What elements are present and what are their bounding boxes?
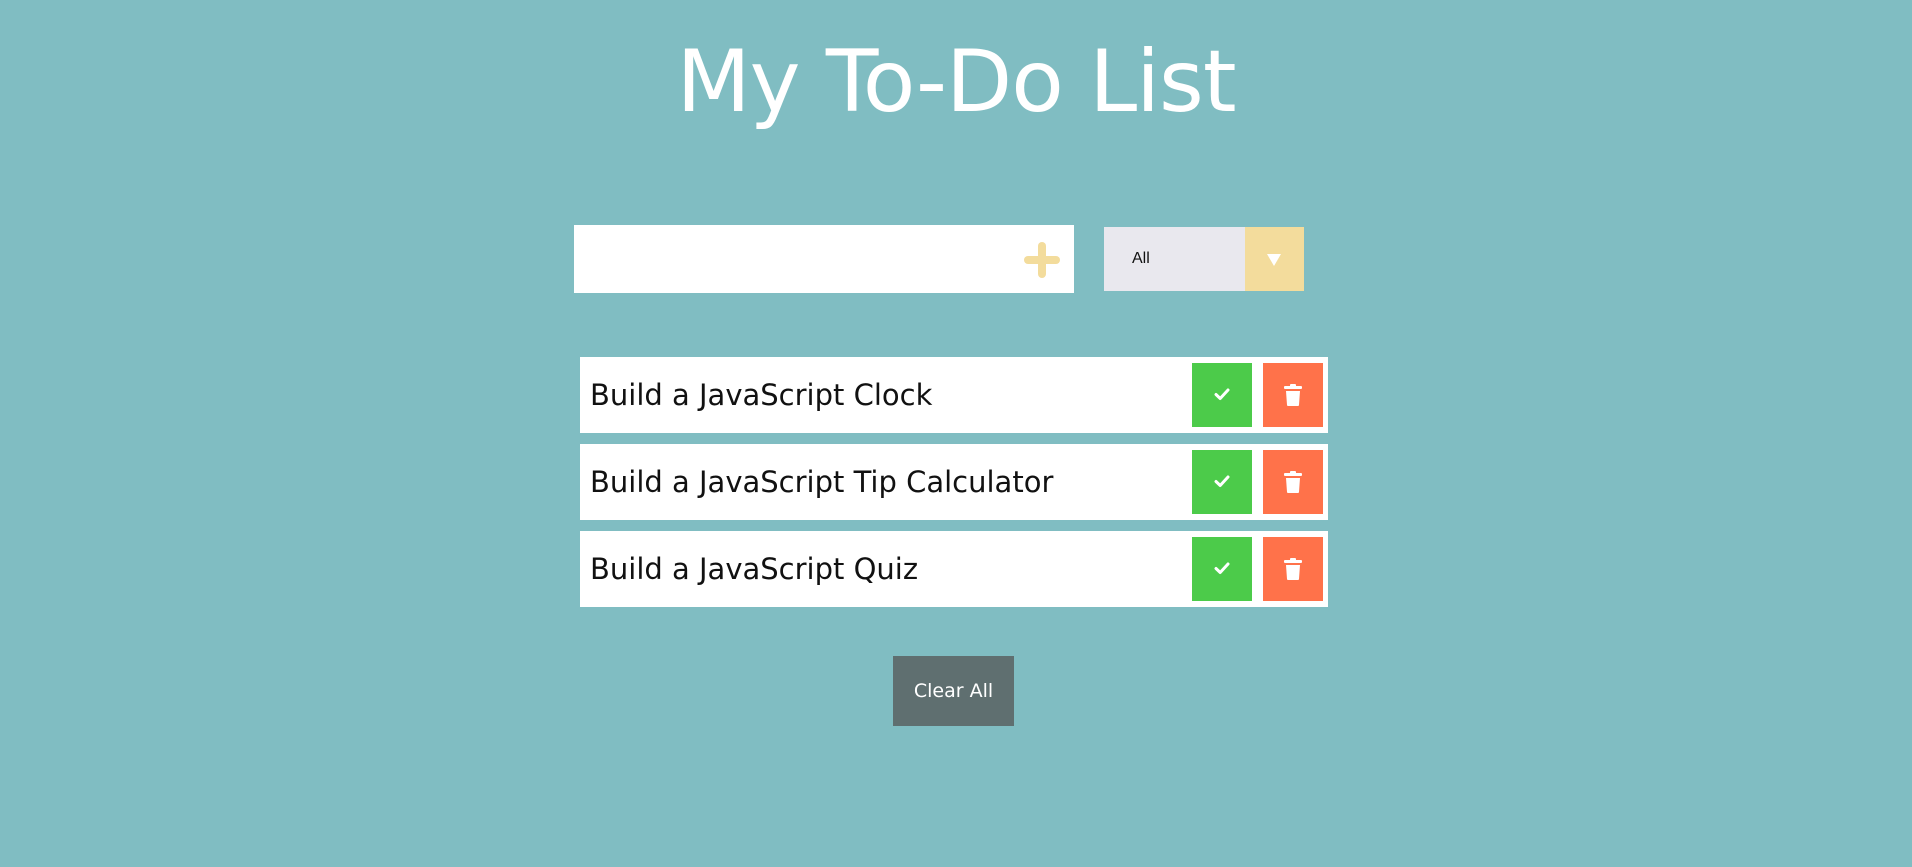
delete-button[interactable] [1263, 450, 1323, 514]
add-todo-button[interactable] [1004, 225, 1074, 293]
filter-select[interactable]: All [1104, 227, 1304, 291]
todo-text: Build a JavaScript Tip Calculator [590, 465, 1054, 499]
complete-button[interactable] [1192, 450, 1252, 514]
caret-down-icon [1267, 254, 1281, 266]
trash-icon [1284, 558, 1302, 580]
todo-text: Build a JavaScript Clock [590, 378, 933, 412]
check-icon [1214, 388, 1230, 400]
page-title: My To-Do List [676, 32, 1236, 132]
complete-button[interactable] [1192, 363, 1252, 427]
todo-input[interactable] [574, 225, 1004, 293]
clear-all-button[interactable]: Clear All [893, 656, 1014, 726]
delete-button[interactable] [1263, 537, 1323, 601]
add-todo-form [574, 225, 1074, 293]
todo-item: Build a JavaScript Clock [580, 357, 1328, 433]
todo-item: Build a JavaScript Tip Calculator [580, 444, 1328, 520]
filter-dropdown-button[interactable] [1245, 227, 1304, 291]
todo-list: Build a JavaScript Clock Build a JavaScr… [580, 357, 1328, 618]
plus-icon [1024, 242, 1060, 278]
todo-text: Build a JavaScript Quiz [590, 552, 919, 586]
todo-item: Build a JavaScript Quiz [580, 531, 1328, 607]
complete-button[interactable] [1192, 537, 1252, 601]
trash-icon [1284, 384, 1302, 406]
trash-icon [1284, 471, 1302, 493]
filter-selected-value: All [1132, 250, 1150, 267]
delete-button[interactable] [1263, 363, 1323, 427]
check-icon [1214, 475, 1230, 487]
check-icon [1214, 562, 1230, 574]
